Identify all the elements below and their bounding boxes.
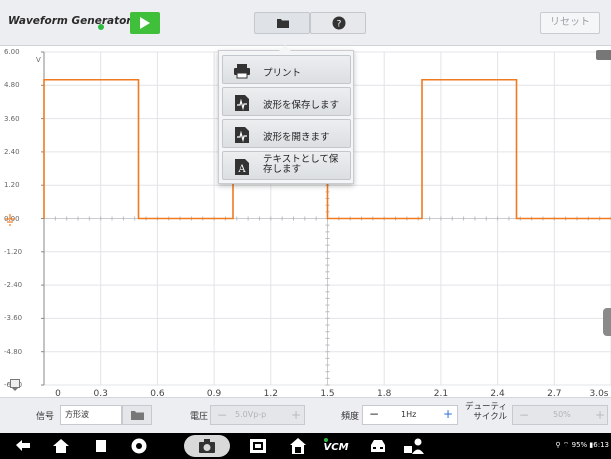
open-waveform-icon	[235, 127, 249, 143]
menu-item-open-waveform[interactable]: 波形を開きます	[222, 119, 351, 148]
frequency-stepper[interactable]: − 1Hz +	[362, 405, 458, 425]
svg-text:A: A	[237, 164, 246, 175]
menu-item-print[interactable]: プリント	[222, 55, 351, 84]
clock: 6:13	[593, 441, 609, 449]
wifi-icon: ⌔	[562, 441, 570, 449]
voltage-stepper[interactable]: − 5.0Vp-p +	[210, 405, 305, 425]
remote-expert-icon[interactable]	[403, 437, 425, 455]
camera-icon	[199, 439, 215, 453]
back-icon[interactable]	[14, 437, 32, 455]
vcm-icon[interactable]: VCM	[322, 437, 350, 455]
frequency-label: 頻度	[341, 412, 360, 422]
y-tick-label: 1.20	[4, 181, 20, 190]
y-tick-label: 2.40	[4, 147, 20, 156]
battery-level: 95%	[571, 441, 588, 449]
duty-cycle-label: デューティ サイクル	[465, 402, 507, 422]
frequency-value: 1Hz	[401, 410, 417, 419]
toolbar: Waveform Generator ? リセット	[0, 0, 611, 46]
y-tick-label: 4.80	[4, 81, 20, 90]
svg-text:?: ?	[337, 20, 342, 30]
folder-icon	[131, 411, 144, 420]
menu-item-label: テキストとして保 存します	[263, 155, 349, 175]
system-status: ⚲ ⌔ 95% ▮6:13	[555, 441, 609, 450]
save-text-icon: A	[235, 159, 249, 175]
system-nav-bar: VCM ⚲ ⌔ 95% ▮6:13	[0, 433, 611, 459]
image-editor-icon[interactable]	[249, 437, 267, 455]
play-button[interactable]	[130, 12, 160, 34]
trigger-marker-icon[interactable]	[10, 379, 20, 391]
y-tick-label: -3.60	[4, 314, 23, 323]
y-tick-label: 3.60	[4, 114, 20, 123]
svg-text:VCM: VCM	[323, 442, 348, 453]
y-tick-label: 6.00	[4, 48, 20, 56]
menu-item-label: 波形を保存します	[263, 100, 340, 111]
duty-minus-button[interactable]: −	[519, 409, 529, 421]
signal-folder-button[interactable]	[122, 405, 152, 425]
menu-item-save-waveform[interactable]: 波形を保存します	[222, 87, 351, 116]
reset-button[interactable]: リセット	[540, 12, 600, 34]
duty-label-line2: サイクル	[473, 412, 507, 422]
recent-apps-icon[interactable]	[92, 437, 110, 455]
frequency-minus-button[interactable]: −	[369, 408, 379, 420]
screenshot-button[interactable]	[184, 435, 230, 457]
voltage-minus-button[interactable]: −	[217, 409, 227, 421]
home-icon[interactable]	[52, 437, 70, 455]
folder-button[interactable]	[254, 12, 310, 34]
y-tick-label: -4.80	[4, 347, 23, 356]
collapse-tab-top[interactable]	[596, 50, 611, 60]
menu-item-label: プリント	[263, 68, 302, 79]
duty-value: 50%	[553, 410, 571, 419]
voltage-label: 電圧	[190, 412, 209, 422]
folder-icon	[277, 19, 289, 28]
voltage-plus-button[interactable]: +	[291, 409, 301, 421]
file-menu: プリント 波形を保存します 波形を開きます A テキストとして保 存します	[218, 45, 354, 184]
menu-item-label-line2: 存します	[263, 164, 302, 175]
generator-controls: 信号 方形波 電圧 − 5.0Vp-p + 頻度 − 1Hz + デューティ サ…	[0, 397, 611, 433]
app-title: Waveform Generator	[8, 15, 132, 27]
signal-label: 信号	[36, 412, 55, 422]
app-root: Waveform Generator ? リセット 6.00 4.80 3.60 2.…	[0, 0, 611, 459]
y-tick-label: -1.20	[4, 247, 23, 256]
printer-icon	[234, 64, 250, 79]
save-waveform-icon	[235, 95, 249, 111]
duty-label-line1: デューティ	[465, 402, 507, 412]
duty-cycle-stepper[interactable]: − 50% +	[512, 405, 608, 425]
help-icon: ?	[332, 16, 346, 30]
voltage-value: 5.0Vp-p	[235, 410, 267, 419]
signal-select[interactable]: 方形波	[60, 405, 122, 425]
help-button[interactable]: ?	[310, 12, 366, 34]
location-icon: ⚲	[555, 441, 561, 449]
car-icon[interactable]	[368, 437, 388, 455]
y-tick-label: -2.40	[4, 281, 23, 290]
vehicle-home-icon[interactable]	[289, 437, 307, 455]
ground-marker-icon	[5, 214, 15, 226]
side-drawer-handle[interactable]	[603, 308, 611, 336]
duty-plus-button[interactable]: +	[595, 409, 605, 421]
browser-icon[interactable]	[130, 437, 148, 455]
play-icon	[140, 17, 150, 29]
connection-status-dot	[98, 24, 104, 30]
y-unit-label: V	[36, 56, 41, 64]
menu-item-label: 波形を開きます	[263, 132, 330, 143]
menu-item-save-text[interactable]: A テキストとして保 存します	[222, 151, 351, 180]
frequency-plus-button[interactable]: +	[443, 408, 453, 420]
